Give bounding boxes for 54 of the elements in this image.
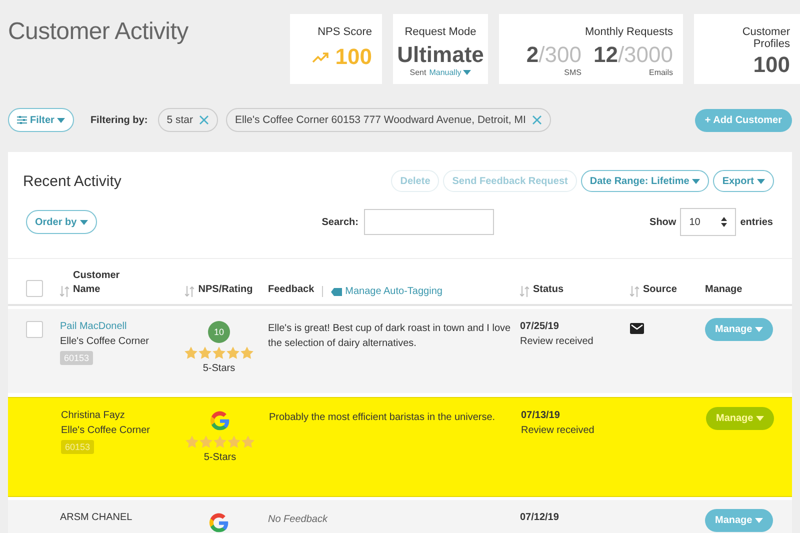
customer-name: ARSM CHANEL bbox=[60, 512, 132, 523]
page-title: Customer Activity bbox=[8, 18, 188, 47]
stat-unit: Emails bbox=[648, 68, 673, 77]
stat-value: 100 bbox=[335, 44, 372, 70]
filter-button[interactable]: Filter bbox=[8, 108, 74, 132]
filter-label: Filtering by: bbox=[90, 114, 148, 126]
feedback-text: No Feedback bbox=[268, 513, 329, 527]
stat-value: 2/300 bbox=[526, 42, 582, 68]
auto-tagging-link[interactable]: Manage Auto-Tagging bbox=[322, 286, 442, 297]
customer-name: Christina Fayz bbox=[61, 410, 125, 421]
chip-label: 5 star bbox=[166, 114, 193, 126]
status-date: 07/13/19 bbox=[521, 410, 560, 421]
manage-button[interactable]: Manage bbox=[706, 407, 774, 430]
entries-label: entries bbox=[740, 216, 773, 228]
action-button[interactable]: Export bbox=[713, 170, 774, 192]
panel-title: Recent Activity bbox=[23, 172, 122, 190]
stat-label: Customer Profiles bbox=[741, 26, 790, 50]
stat-value: 12/3000 bbox=[593, 42, 673, 68]
manage-button[interactable]: Manage bbox=[705, 318, 774, 341]
chip-label: Elle's Coffee Corner 60153 777 Woodward Avenue, Detroit, MI bbox=[234, 114, 526, 126]
stat-label: Monthly Requests bbox=[584, 26, 673, 38]
add-customer-button[interactable]: + Add Customer bbox=[694, 108, 792, 132]
rating-label: 5-Stars bbox=[202, 363, 236, 374]
business-name: Elle's Coffee Corner bbox=[61, 425, 150, 436]
stat-value: 100 bbox=[753, 52, 790, 78]
stat-label: Request Mode bbox=[404, 26, 476, 38]
action-button[interactable]: Date Range: Lifetime bbox=[580, 170, 710, 192]
entries-select[interactable]: 10 bbox=[680, 208, 736, 236]
feedback-text: Elle's is great! Best cup of dark roast in town and I love the selection of dairy alternatives. bbox=[268, 322, 512, 351]
stat-note: Sent bbox=[410, 68, 426, 77]
column-header[interactable]: Source bbox=[643, 283, 677, 297]
status-text: Review received bbox=[520, 336, 594, 347]
column-header[interactable]: NPS/Rating bbox=[198, 283, 253, 297]
column-header[interactable]: Status bbox=[533, 283, 564, 297]
status-date: 07/12/19 bbox=[520, 512, 559, 523]
status-date: 07/25/19 bbox=[520, 321, 559, 332]
column-header[interactable]: Customer Name bbox=[73, 269, 133, 297]
column-header: Feedback bbox=[268, 283, 314, 297]
business-name: Elle's Coffee Corner bbox=[60, 336, 149, 347]
search-label: Search: bbox=[322, 216, 358, 228]
manage-button[interactable]: Manage bbox=[705, 509, 774, 532]
customer-name-link[interactable]: Pail MacDonell bbox=[60, 321, 127, 332]
nps-score: 10 bbox=[208, 321, 230, 343]
rating-label: 5-Stars bbox=[204, 452, 236, 463]
stat-unit: SMS bbox=[564, 68, 582, 77]
status-text: Review received bbox=[521, 425, 594, 436]
stat-value: Ultimate bbox=[397, 42, 484, 68]
order-by-button[interactable]: Order by bbox=[26, 210, 97, 234]
feedback-text: Probably the most efficient baristas in the universe. bbox=[269, 411, 496, 425]
mode-link[interactable]: Manually bbox=[429, 68, 472, 77]
stat-label: NPS Score bbox=[318, 26, 372, 38]
location-code: 60153 bbox=[61, 440, 94, 454]
show-label: Show bbox=[650, 216, 676, 228]
column-header: Manage bbox=[705, 283, 742, 297]
